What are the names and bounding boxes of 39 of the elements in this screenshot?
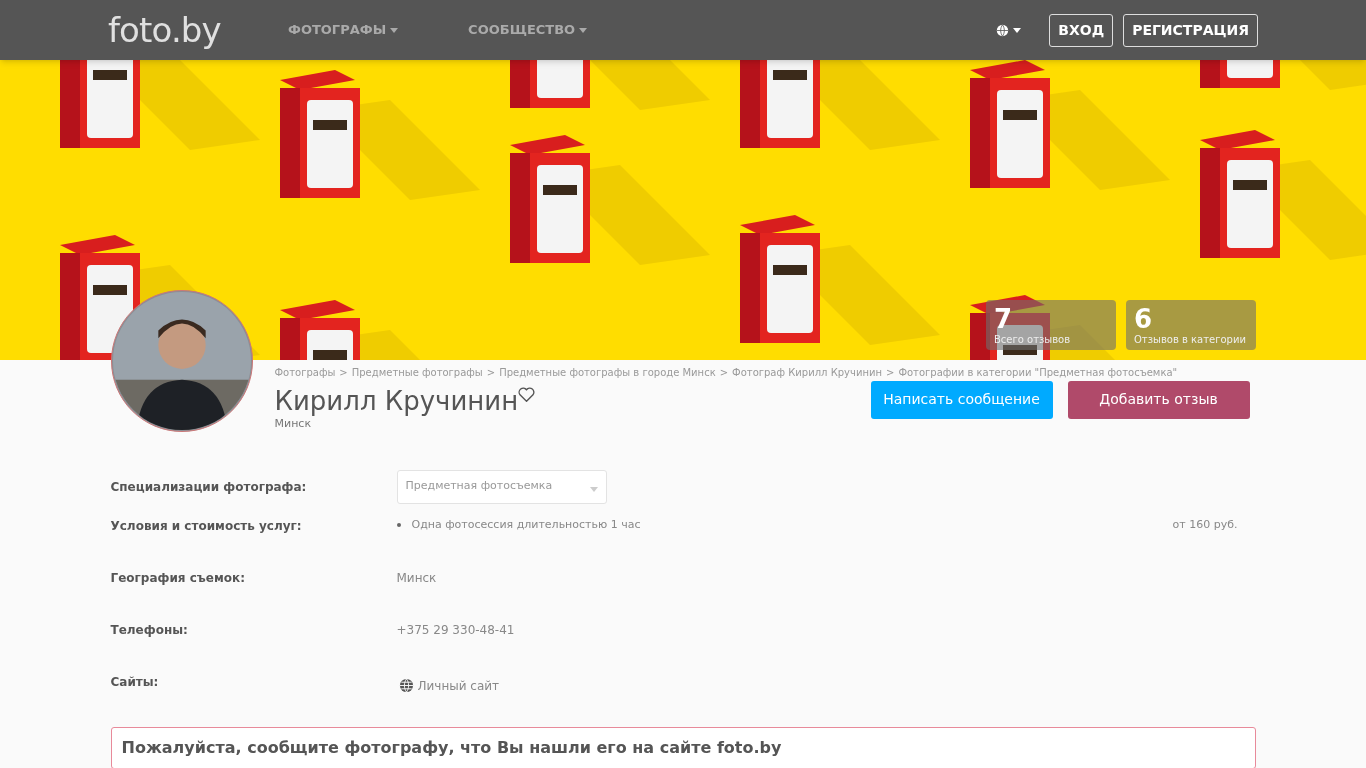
detail-label: Сайты: [110, 673, 160, 691]
breadcrumb-link[interactable]: Фотографии в категории "Предметная фотосъемка" [898, 365, 1178, 380]
nav-menu[interactable]: ФОТОГРАФЫ [288, 20, 399, 40]
auth-button[interactable]: РЕГИСТРАЦИЯ [1123, 13, 1258, 47]
service-name: Одна фотосессия длительностью 1 час [411, 516, 641, 533]
detail-label: Специализации фотографа: [110, 478, 308, 496]
detail-value: +375 29 330-48-41 [396, 621, 515, 639]
globe-icon [996, 23, 1010, 37]
language-menu[interactable] [996, 23, 1022, 37]
action-button[interactable]: Добавить отзыв [1067, 380, 1250, 419]
site-logo[interactable]: foto.by [108, 13, 278, 47]
globe-icon [398, 678, 414, 693]
specialization-select[interactable]: Предметная фотосъемка [396, 469, 607, 504]
nav-menu[interactable]: СООБЩЕСТВО [468, 20, 588, 40]
caret-icon [390, 27, 399, 33]
breadcrumb-separator: > [886, 366, 895, 380]
caret-icon [1013, 27, 1022, 33]
breadcrumb-link[interactable]: Предметные фотографы [351, 365, 483, 380]
caret-icon [589, 487, 598, 492]
detail-value: Минск [396, 569, 437, 587]
breadcrumb-link[interactable]: Фотографы [274, 365, 336, 380]
heart-icon[interactable] [518, 387, 536, 402]
bullet-icon [396, 522, 401, 527]
notice-banner: Пожалуйста, сообщите фотографу, что Вы нашли его на сайте foto.by [110, 726, 1256, 768]
caret-icon [579, 27, 588, 33]
photographer-city: Минск [274, 416, 313, 432]
breadcrumb-link[interactable]: Фотограф Кирилл Кручинин [732, 365, 882, 380]
breadcrumb-separator: > [339, 366, 348, 380]
action-button[interactable]: Написать сообщение [870, 380, 1053, 419]
service-price: от 160 руб. [1172, 516, 1238, 533]
detail-label: Телефоны: [110, 621, 189, 639]
breadcrumb-separator: > [486, 366, 496, 380]
breadcrumb-link[interactable]: Предметные фотографы в городе Минск [499, 365, 716, 380]
detail-label: Условия и стоимость услуг: [110, 517, 303, 535]
auth-button[interactable]: ВХОД [1049, 13, 1114, 47]
detail-label: География съемок: [110, 569, 246, 587]
photographer-name: Кирилл Кручинин [274, 386, 519, 416]
website-link[interactable]: Личный сайт [396, 676, 500, 695]
breadcrumb-separator: > [719, 366, 729, 380]
